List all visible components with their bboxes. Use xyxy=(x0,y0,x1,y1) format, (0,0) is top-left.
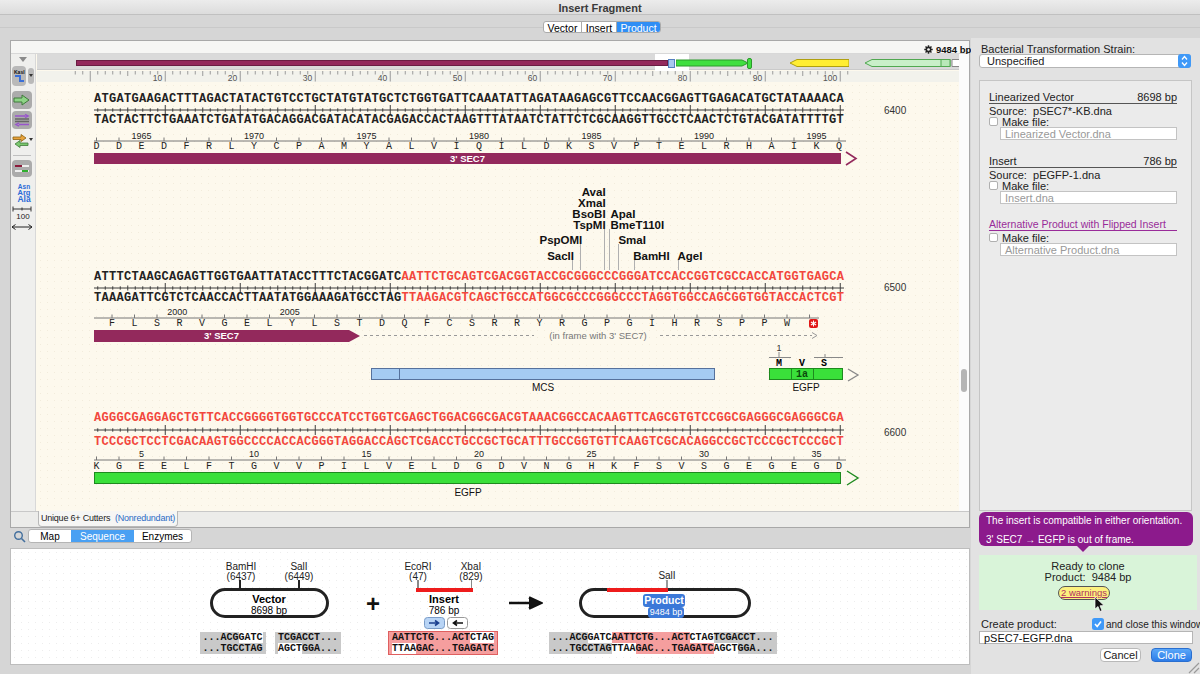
svg-text:KasI: KasI xyxy=(14,69,25,75)
